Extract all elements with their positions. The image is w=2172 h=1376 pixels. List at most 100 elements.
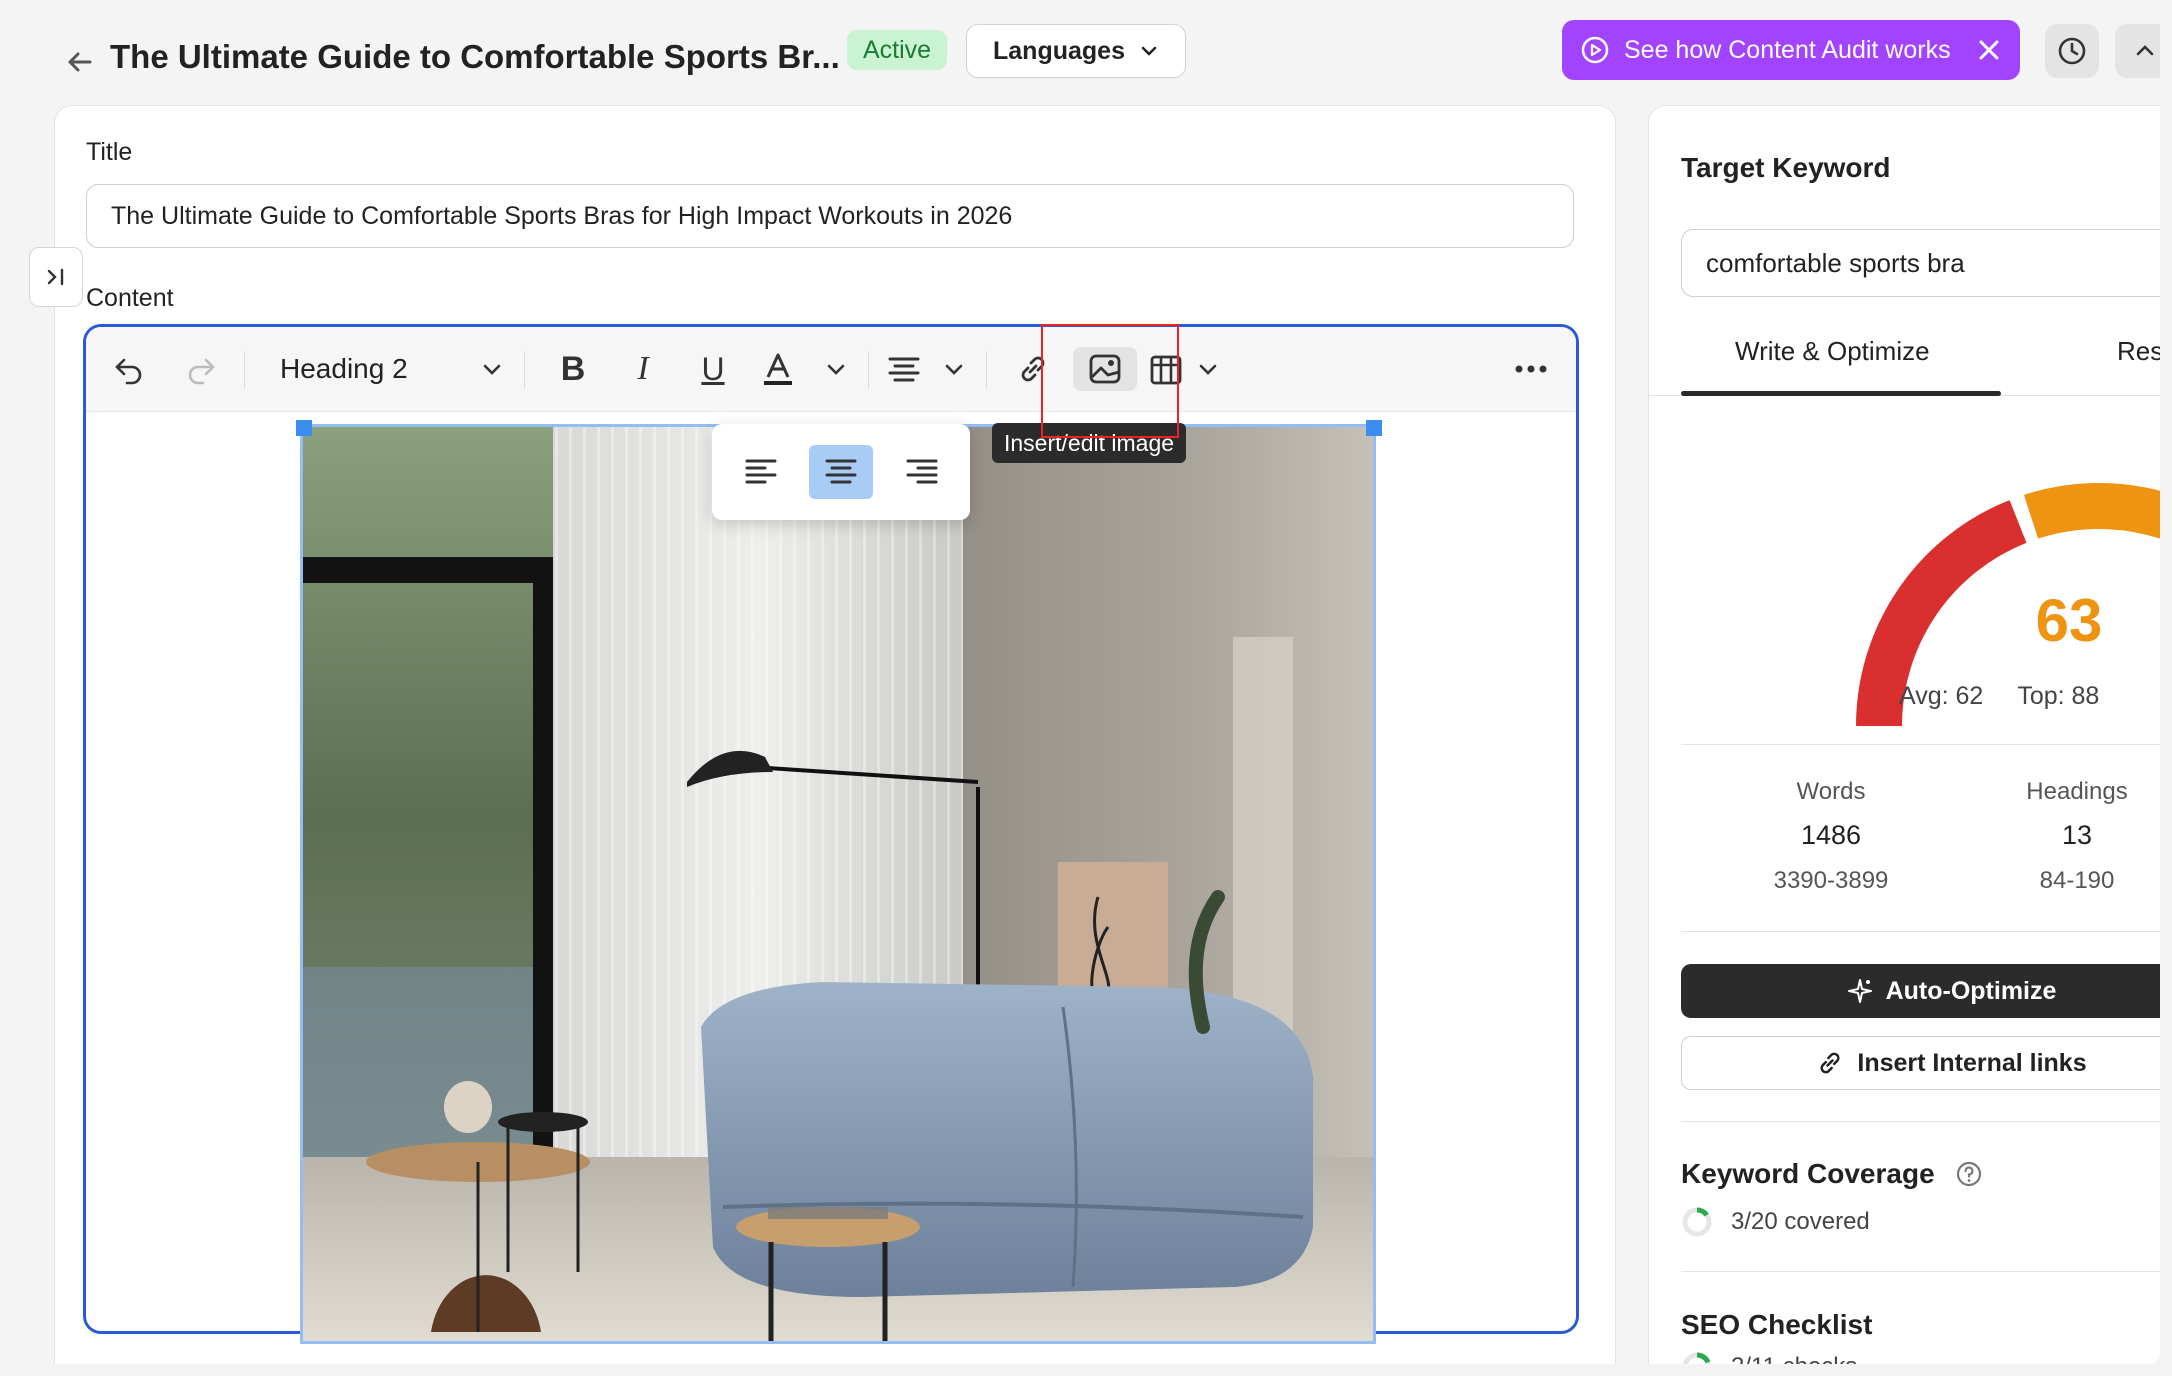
align-center-icon: [888, 357, 920, 382]
side-tabs: Write & Optimize Rese: [1649, 316, 2160, 396]
stat-label: Words: [1796, 778, 1866, 805]
bold-icon: B: [560, 349, 586, 388]
tab-write-optimize[interactable]: Write & Optimize: [1735, 336, 1930, 367]
page-title: The Ultimate Guide to Comfortable Sports…: [110, 38, 840, 75]
more-options-button[interactable]: [1506, 347, 1556, 391]
redo-icon: [188, 358, 215, 385]
back-arrow-icon[interactable]: [60, 42, 100, 82]
divider: [1681, 744, 2160, 745]
seo-side-panel: Target Keyword comfortable sports bra Wr…: [1648, 105, 2160, 1364]
divider: [1681, 1271, 2160, 1272]
promo-label: See how Content Audit works: [1624, 35, 1951, 64]
target-keyword-input[interactable]: comfortable sports bra: [1681, 229, 2160, 297]
underline-button[interactable]: U: [688, 347, 738, 391]
content-label: Content: [86, 284, 174, 312]
align-center-icon: [825, 459, 857, 484]
chevron-down-icon: [945, 364, 963, 375]
table-icon: [1150, 355, 1182, 385]
content-image[interactable]: [300, 424, 1376, 1344]
image-icon: [1089, 354, 1121, 384]
title-input[interactable]: The Ultimate Guide to Comfortable Sports…: [86, 184, 1574, 248]
chevron-down-icon: [1199, 364, 1217, 375]
score-gauge: [1856, 483, 2160, 726]
seo-checklist-status: 2/11 checks: [1681, 1351, 1857, 1364]
seo-checklist-heading: SEO Checklist: [1681, 1309, 1872, 1341]
stat-value: 13: [2061, 820, 2093, 850]
table-button[interactable]: [1148, 347, 1220, 391]
toolbar-divider: [868, 351, 869, 389]
text-color-button[interactable]: [758, 347, 848, 391]
stat-words: Words 1486 3390-3899: [1731, 778, 1931, 895]
play-circle-icon: [1581, 36, 1609, 64]
toolbar-divider: [986, 351, 987, 389]
auto-optimize-label: Auto-Optimize: [1885, 976, 2057, 1005]
stat-range: 84-190: [2039, 867, 2115, 894]
resize-handle-top-left[interactable]: [296, 420, 312, 436]
italic-button[interactable]: I: [618, 347, 668, 391]
align-button[interactable]: [886, 347, 966, 391]
stat-value: 1486: [1800, 820, 1862, 850]
keyword-coverage-status: 3/20 covered: [1681, 1206, 1870, 1238]
active-tab-indicator: [1681, 391, 2001, 396]
align-right-icon: [906, 459, 937, 484]
title-label: Title: [86, 138, 133, 166]
link-icon: [1820, 1052, 1840, 1074]
keyword-coverage-value: 3/20 covered: [1731, 1208, 1870, 1235]
insert-internal-links-button[interactable]: Insert Internal links: [1681, 1036, 2160, 1090]
align-left-button[interactable]: [729, 445, 793, 499]
insert-links-label: Insert Internal links: [1857, 1048, 2087, 1077]
align-right-button[interactable]: [890, 445, 954, 499]
avg-score: Avg: 62: [1899, 682, 1984, 710]
block-format-select[interactable]: Heading 2: [264, 347, 504, 391]
chevron-down-icon: [1141, 46, 1157, 56]
divider: [1681, 931, 2160, 932]
seo-checklist-value: 2/11 checks: [1731, 1353, 1857, 1364]
keyword-coverage-heading: Keyword Coverage: [1681, 1158, 1983, 1190]
score-value: 63: [2035, 587, 2103, 654]
undo-icon: [115, 358, 142, 385]
help-icon[interactable]: [1955, 1160, 1983, 1188]
toolbar-divider: [524, 351, 525, 389]
coverage-progress-ring: [1682, 1207, 1712, 1237]
image-button[interactable]: [1073, 347, 1137, 391]
seo-checklist-title: SEO Checklist: [1681, 1309, 1873, 1340]
score-benchmarks: Avg: 62 Top: 88: [1899, 682, 2160, 711]
history-button[interactable]: [2045, 24, 2099, 78]
redo-button[interactable]: [176, 347, 226, 391]
stat-headings: Headings 13 84-190: [1977, 778, 2160, 895]
chevron-down-icon: [827, 364, 845, 375]
tab-research[interactable]: Rese: [2117, 336, 2160, 367]
close-icon[interactable]: [1976, 37, 2002, 63]
link-button[interactable]: [1006, 347, 1060, 391]
more-horizontal-icon: [1515, 365, 1547, 373]
top-score: Top: 88: [2017, 682, 2100, 710]
chevron-up-icon: [2136, 45, 2154, 56]
editor-toolbar: Heading 2 B I U: [86, 327, 1576, 412]
languages-label: Languages: [993, 36, 1125, 65]
collapse-sidebar-button[interactable]: [29, 247, 83, 307]
keyword-coverage-title: Keyword Coverage: [1681, 1158, 1935, 1189]
panel-expand-icon: [47, 268, 64, 286]
target-keyword-heading: Target Keyword: [1681, 152, 1891, 183]
gauge-mid-segment: [2023, 483, 2160, 539]
link-icon: [1021, 356, 1045, 382]
align-center-button[interactable]: [809, 445, 873, 499]
collapse-header-button[interactable]: [2115, 24, 2160, 78]
resize-handle-top-right[interactable]: [1366, 420, 1382, 436]
bold-button[interactable]: B: [548, 347, 598, 391]
text-color-icon: [764, 353, 792, 385]
undo-button[interactable]: [104, 347, 154, 391]
living-room-photo: [303, 427, 1373, 1341]
app-window: The Ultimate Guide to Comfortable Sports…: [12, 12, 2160, 1364]
status-badge: Active: [847, 30, 948, 70]
languages-dropdown[interactable]: Languages: [966, 24, 1186, 78]
stat-range: 3390-3899: [1773, 867, 1889, 894]
auto-optimize-button[interactable]: Auto-Optimize: [1681, 964, 2160, 1018]
image-align-popover: [712, 424, 970, 520]
toolbar-divider: [244, 351, 245, 389]
content-audit-promo[interactable]: See how Content Audit works: [1562, 20, 2020, 80]
chevron-down-icon: [483, 364, 501, 375]
stat-label: Headings: [2026, 778, 2128, 805]
checklist-progress-ring: [1682, 1352, 1712, 1364]
underline-icon: U: [701, 350, 725, 387]
